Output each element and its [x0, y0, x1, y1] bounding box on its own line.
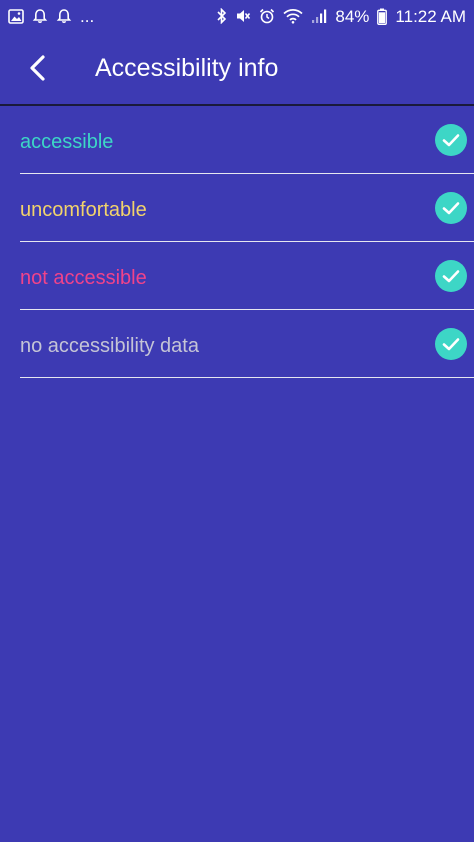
alarm-bell-notification-icon	[32, 8, 48, 24]
list-item-label: uncomfortable	[20, 198, 147, 221]
wifi-icon	[283, 8, 303, 24]
chevron-left-icon	[30, 55, 45, 81]
status-bar-right: 84% 11:22 AM	[217, 8, 466, 25]
list-item-not-accessible[interactable]: not accessible	[20, 242, 474, 310]
clock-time: 11:22 AM	[395, 6, 466, 26]
battery-icon	[377, 8, 388, 25]
list-item-uncomfortable[interactable]: uncomfortable	[20, 174, 474, 242]
back-button[interactable]	[22, 52, 54, 84]
checkmark-icon[interactable]	[435, 259, 467, 292]
list-item-label: accessible	[20, 130, 114, 153]
status-bar-left: ...	[8, 8, 94, 25]
checkmark-icon[interactable]	[435, 123, 467, 156]
gallery-notification-icon	[8, 8, 24, 24]
list-item-no-accessibility-data[interactable]: no accessibility data	[20, 310, 474, 378]
list-item-accessible[interactable]: accessible	[20, 106, 474, 174]
bluetooth-icon	[217, 8, 227, 24]
alarm-clock-icon	[259, 8, 275, 24]
bell-notification-icon	[56, 8, 72, 24]
list-item-label: not accessible	[20, 266, 147, 289]
notification-overflow: ...	[80, 6, 95, 26]
signal-strength-icon	[311, 8, 327, 24]
list-item-label: no accessibility data	[20, 334, 199, 357]
checkmark-icon[interactable]	[435, 327, 467, 360]
accessibility-filter-list: accessible uncomfortable not accessible …	[20, 106, 474, 378]
mute-icon	[235, 8, 251, 24]
checkmark-icon[interactable]	[435, 191, 467, 224]
app-bar: Accessibility info	[0, 32, 474, 104]
status-bar: ... 84% 11:22 AM	[0, 0, 474, 32]
page-title: Accessibility info	[95, 54, 279, 82]
battery-percent: 84%	[335, 6, 370, 26]
